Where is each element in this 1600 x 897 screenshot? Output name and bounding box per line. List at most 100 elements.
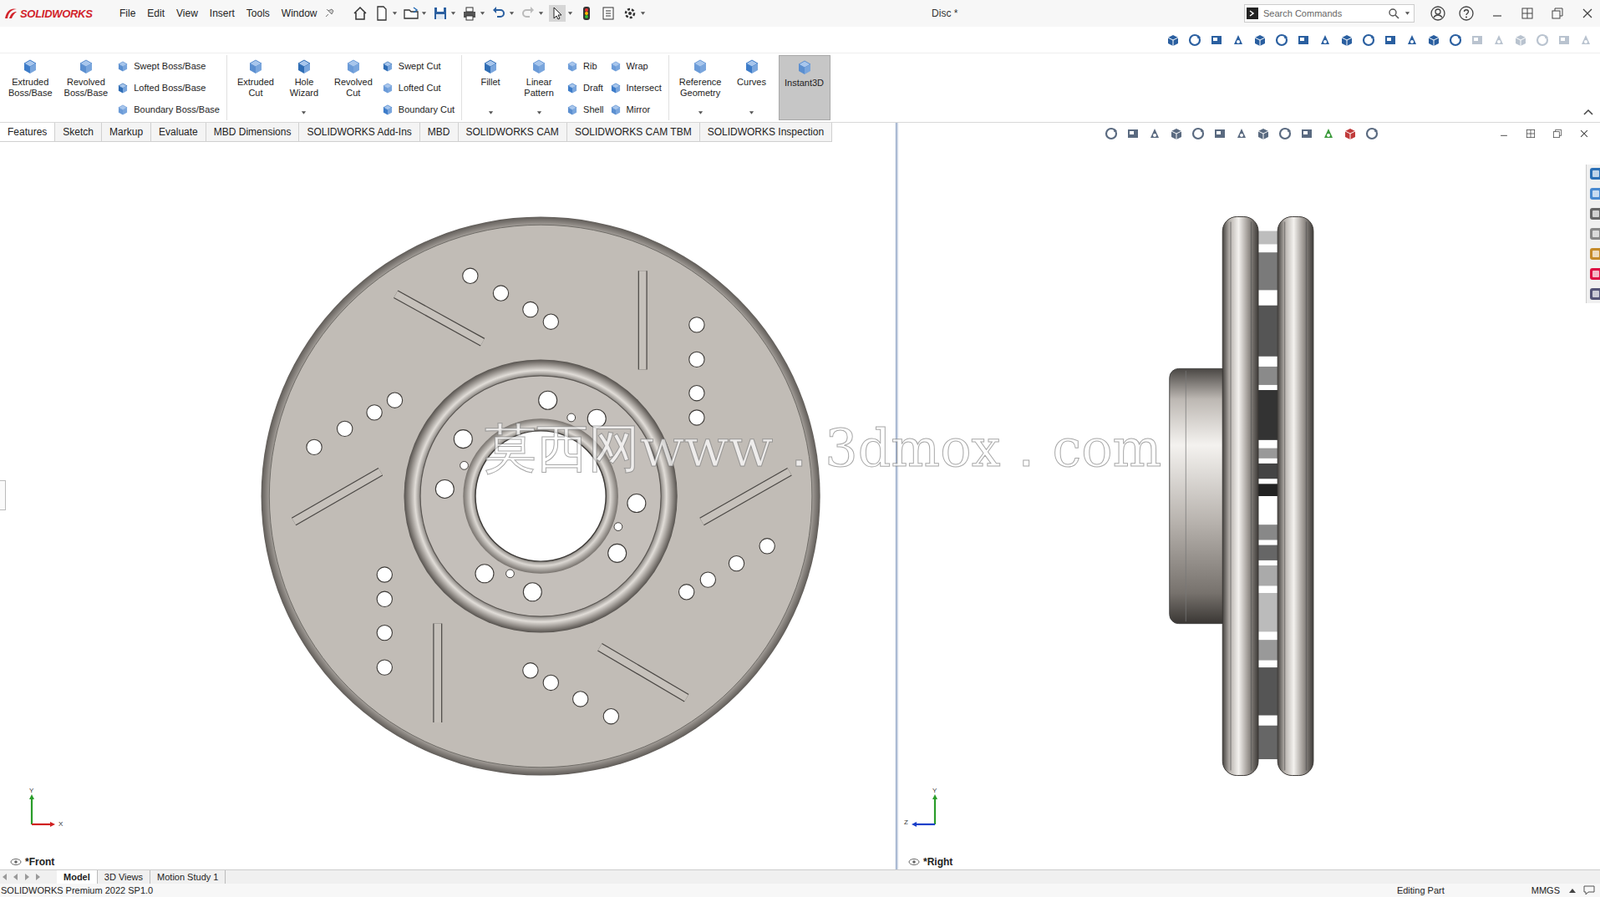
dropdown-caret-icon[interactable] xyxy=(748,110,755,116)
view-tool-icon[interactable] xyxy=(1103,126,1119,142)
restore-icon[interactable] xyxy=(1551,127,1564,140)
task-pane-tab-icon[interactable] xyxy=(1588,246,1600,262)
menu-item[interactable]: Edit xyxy=(141,5,171,21)
eye-icon[interactable] xyxy=(10,858,22,867)
close-icon[interactable] xyxy=(1579,5,1595,21)
command-tab[interactable]: SOLIDWORKS CAM xyxy=(458,122,568,142)
quick-access-button[interactable] xyxy=(519,5,544,22)
command-tab[interactable]: SOLIDWORKS CAM TBM xyxy=(567,122,701,142)
command-tab[interactable]: Markup xyxy=(101,122,152,142)
command-tab[interactable]: SOLIDWORKS Inspection xyxy=(700,122,833,142)
user-icon[interactable] xyxy=(1429,5,1447,22)
dropdown-caret-icon[interactable] xyxy=(1404,10,1411,16)
task-pane-tab-icon[interactable] xyxy=(1588,186,1600,202)
view-tool-icon[interactable] xyxy=(1361,32,1377,48)
help-icon[interactable] xyxy=(1457,5,1475,22)
doc-icon[interactable] xyxy=(373,5,391,22)
dropdown-caret-icon[interactable] xyxy=(508,10,515,16)
unit-system[interactable]: MMGS xyxy=(1531,885,1560,896)
units-arrow-icon[interactable] xyxy=(1568,887,1577,894)
ribbon-small-button[interactable]: Boundary Boss/Base xyxy=(116,102,220,117)
quick-access-button[interactable] xyxy=(578,5,595,22)
quick-access-button[interactable] xyxy=(490,5,515,22)
search-commands[interactable]: Search Commands xyxy=(1244,4,1415,23)
magnifier-icon[interactable] xyxy=(1387,7,1400,20)
view-tool-icon[interactable] xyxy=(1513,32,1529,48)
eye-icon[interactable] xyxy=(908,858,920,867)
dropdown-caret-icon[interactable] xyxy=(697,110,704,116)
collapse-ribbon-icon[interactable] xyxy=(1583,108,1594,116)
quick-access-button[interactable] xyxy=(373,5,398,22)
view-tool-icon[interactable] xyxy=(1125,126,1141,142)
view-tool-icon[interactable] xyxy=(1317,32,1333,48)
quick-access-button[interactable] xyxy=(431,5,457,22)
view-tool-icon[interactable] xyxy=(1147,126,1163,142)
command-tab[interactable]: MBD xyxy=(420,122,459,142)
pointer-icon[interactable] xyxy=(548,5,566,22)
gear-icon[interactable] xyxy=(621,5,639,22)
solidworks-logo[interactable]: SOLIDWORKS xyxy=(3,6,114,21)
dropdown-caret-icon[interactable] xyxy=(391,10,398,16)
ribbon-small-button[interactable]: Lofted Cut xyxy=(380,81,455,95)
close-icon[interactable] xyxy=(1578,127,1590,140)
tab-scroll-icon[interactable] xyxy=(32,872,43,883)
pin-icon[interactable] xyxy=(323,7,336,20)
redo-icon[interactable] xyxy=(519,5,537,22)
view-tool-icon[interactable] xyxy=(1364,126,1380,142)
task-pane-tab-icon[interactable] xyxy=(1588,286,1600,302)
dropdown-caret-icon[interactable] xyxy=(487,110,494,116)
right-viewport[interactable]: YZ *Right xyxy=(898,122,1600,870)
ribbon-button[interactable]: Curves xyxy=(730,55,774,121)
quick-access-button[interactable] xyxy=(402,5,427,22)
view-tool-icon[interactable] xyxy=(1491,32,1507,48)
ribbon-small-button[interactable]: Rib xyxy=(565,59,604,73)
view-tool-icon[interactable] xyxy=(1230,32,1246,48)
quick-access-button[interactable] xyxy=(599,5,617,22)
menu-item[interactable]: View xyxy=(170,5,204,21)
view-tool-icon[interactable] xyxy=(1299,126,1315,142)
view-tool-icon[interactable] xyxy=(1252,32,1268,48)
view-tool-icon[interactable] xyxy=(1295,32,1311,48)
tab-scroll-icon[interactable] xyxy=(21,872,32,883)
home-icon[interactable] xyxy=(351,5,369,22)
ribbon-small-button[interactable]: Wrap xyxy=(609,59,662,73)
ribbon-small-button[interactable]: Intersect xyxy=(609,81,662,95)
view-tool-icon[interactable] xyxy=(1274,32,1290,48)
minimize-icon[interactable] xyxy=(1489,5,1505,21)
minimize-icon[interactable] xyxy=(1498,127,1510,140)
dropdown-caret-icon[interactable] xyxy=(640,10,646,16)
ribbon-button[interactable]: LinearPattern xyxy=(517,55,561,121)
tab-scroll-icon[interactable] xyxy=(10,872,21,883)
ribbon-button[interactable]: ExtrudedCut xyxy=(233,55,278,121)
dropdown-caret-icon[interactable] xyxy=(300,110,307,116)
view-tool-icon[interactable] xyxy=(1277,126,1293,142)
dropdown-caret-icon[interactable] xyxy=(536,110,543,116)
view-tool-icon[interactable] xyxy=(1168,126,1184,142)
view-tool-icon[interactable] xyxy=(1578,32,1594,48)
feature-manager-handle[interactable] xyxy=(0,480,6,511)
print-icon[interactable] xyxy=(461,5,478,22)
command-tab[interactable]: Features xyxy=(0,122,56,142)
view-tool-icon[interactable] xyxy=(1339,32,1355,48)
dropdown-caret-icon[interactable] xyxy=(479,10,486,16)
view-tool-icon[interactable] xyxy=(1212,126,1228,142)
menu-item[interactable]: Window xyxy=(275,5,324,21)
ribbon-button[interactable]: HoleWizard xyxy=(282,55,326,121)
menu-item[interactable]: Tools xyxy=(240,5,276,21)
dropdown-caret-icon[interactable] xyxy=(567,10,574,16)
quick-access-button[interactable] xyxy=(351,5,369,22)
ribbon-button[interactable]: ReferenceGeometry xyxy=(675,55,726,121)
ribbon-button[interactable]: ExtrudedBoss/Base xyxy=(5,55,56,121)
command-tab[interactable]: Sketch xyxy=(55,122,102,142)
quick-access-button[interactable] xyxy=(548,5,574,22)
ribbon-button[interactable]: Fillet xyxy=(468,55,513,121)
ribbon-small-button[interactable]: Boundary Cut xyxy=(380,102,455,117)
folder-icon[interactable] xyxy=(402,5,420,22)
view-tool-icon[interactable] xyxy=(1165,32,1181,48)
view-tool-icon[interactable] xyxy=(1234,126,1250,142)
view-tool-icon[interactable] xyxy=(1426,32,1442,48)
quick-access-button[interactable] xyxy=(621,5,646,22)
ribbon-button[interactable]: RevolvedBoss/Base xyxy=(60,55,112,121)
ribbon-small-button[interactable]: Draft xyxy=(565,81,604,95)
model-tab[interactable]: Model xyxy=(56,870,98,884)
